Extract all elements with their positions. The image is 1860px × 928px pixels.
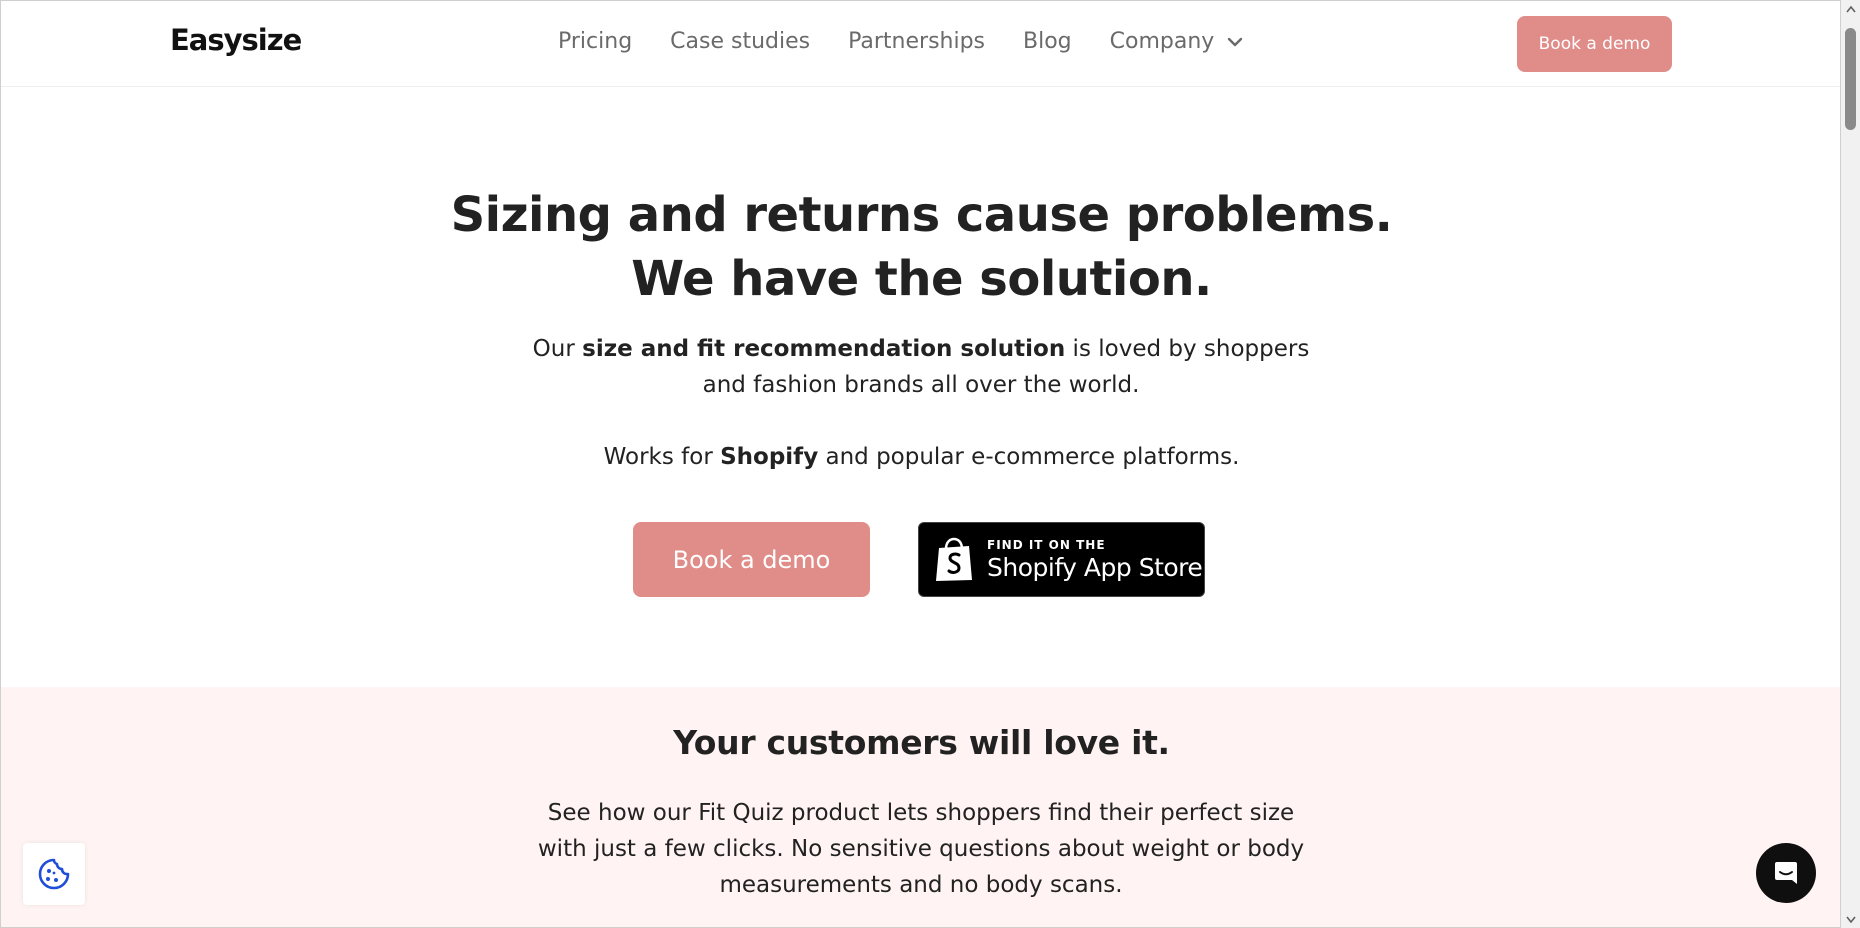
- scroll-down-icon: [1845, 916, 1856, 923]
- page: Easysize Pricing Case studies Partnershi…: [0, 0, 1841, 928]
- nav-link-partnerships[interactable]: Partnerships: [848, 29, 985, 54]
- nav-link-case-studies[interactable]: Case studies: [670, 29, 810, 54]
- hero-sub-bold: size and fit recommendation solution: [582, 336, 1066, 362]
- platform-bold: Shopify: [720, 444, 819, 470]
- hero-title-line-1: Sizing and returns cause problems.: [450, 187, 1393, 243]
- chevron-down-icon: [1228, 37, 1243, 46]
- cookie-icon: [38, 858, 70, 890]
- section-body: See how our Fit Quiz product lets shoppe…: [537, 800, 1305, 898]
- platform-prefix: Works for: [603, 444, 721, 470]
- header-book-demo-button[interactable]: Book a demo: [1517, 16, 1672, 72]
- shopify-badge-text: FIND IT ON THE Shopify App Store: [987, 538, 1203, 582]
- nav-link-pricing[interactable]: Pricing: [558, 29, 632, 54]
- nav-links: Pricing Case studies Partnerships Blog C…: [558, 29, 1244, 54]
- shopify-bag-icon: [936, 537, 972, 581]
- scroll-down-arrow[interactable]: [1841, 911, 1860, 928]
- chat-icon: [1775, 862, 1797, 884]
- hero-sub-prefix: Our: [532, 336, 583, 362]
- hero-book-demo-button[interactable]: Book a demo: [633, 522, 870, 597]
- scroll-up-arrow[interactable]: [1841, 0, 1860, 17]
- hero-subtitle: Our size and fit recommendation solution…: [521, 331, 1321, 403]
- chat-launcher-button[interactable]: [1756, 843, 1816, 903]
- platform-suffix: and popular e-commerce platforms.: [818, 444, 1240, 470]
- section-title: Your customers will love it.: [673, 723, 1170, 762]
- shopify-badge-big: Shopify App Store: [987, 553, 1203, 582]
- hero-title: Sizing and returns cause problems. We ha…: [1, 183, 1840, 311]
- logo[interactable]: Easysize: [170, 23, 302, 57]
- nav-company-label: Company: [1109, 29, 1215, 54]
- scrollbar-thumb[interactable]: [1845, 28, 1856, 130]
- scroll-up-icon: [1845, 5, 1856, 12]
- nav-company-dropdown[interactable]: Company: [1110, 29, 1245, 54]
- cookie-settings-button[interactable]: [23, 843, 85, 905]
- shopify-app-store-badge[interactable]: FIND IT ON THE Shopify App Store: [918, 522, 1205, 597]
- shopify-badge-small: FIND IT ON THE: [987, 538, 1106, 552]
- customers-love-section: Your customers will love it. See how our…: [1, 687, 1840, 927]
- vertical-scrollbar[interactable]: [1841, 0, 1860, 928]
- top-navigation: Easysize Pricing Case studies Partnershi…: [1, 1, 1840, 87]
- hero-platform-note: Works for Shopify and popular e-commerce…: [1, 439, 1840, 475]
- hero-title-line-2: We have the solution.: [631, 251, 1212, 307]
- nav-link-blog[interactable]: Blog: [1023, 29, 1072, 54]
